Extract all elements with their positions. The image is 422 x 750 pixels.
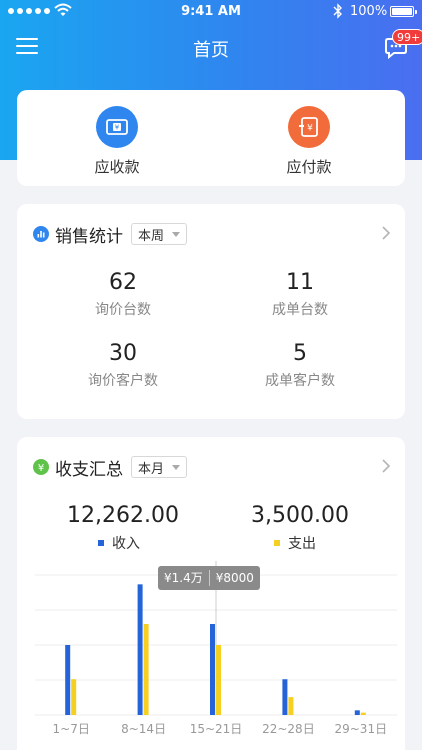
bar-chart-icon	[33, 226, 49, 242]
svg-text:¥: ¥	[307, 124, 313, 134]
stat-value: 30	[109, 341, 137, 366]
sales-period-select[interactable]: 本周	[131, 223, 188, 245]
sales-title: 销售统计	[55, 226, 123, 247]
battery-percentage: 100%	[350, 4, 388, 19]
receivable-button[interactable]: ¥ 应收款	[57, 106, 177, 177]
expense-bar	[360, 712, 366, 715]
stat-value: 62	[109, 270, 137, 295]
battery-icon	[390, 6, 417, 17]
income-bar	[282, 679, 288, 715]
x-axis-tick-label: 15~21日	[190, 722, 243, 736]
svg-text:¥: ¥	[115, 124, 120, 132]
tooltip-income: ¥1.4万	[164, 571, 203, 585]
stat-label: 询价客户数	[88, 373, 158, 389]
sales-statistics-card: 销售统计 本周 62 询价台数 11 成单台数 30 询价客户数 5 成单客户数	[17, 204, 405, 419]
stat-label: 询价台数	[95, 302, 151, 318]
stat-label: 成单台数	[272, 302, 328, 318]
message-count-badge: 99+	[392, 29, 422, 45]
stat-label: 成单客户数	[265, 373, 335, 389]
quick-actions-card: ¥ 应收款 ¥ 应付款	[17, 90, 405, 186]
tooltip-expense: ¥8000	[215, 571, 254, 585]
sales-period-value: 本周	[138, 228, 165, 244]
stat-inquiry-units: 62 询价台数	[43, 270, 203, 319]
page-title: 首页	[193, 40, 229, 61]
x-axis-tick-label: 1~7日	[53, 722, 90, 736]
status-bar: 9:41 AM 100%	[0, 0, 422, 26]
bluetooth-icon	[333, 3, 342, 19]
stat-deal-units: 11 成单台数	[220, 270, 380, 319]
chart-tooltip: ¥1.4万 ¥8000	[158, 566, 260, 590]
chevron-right-icon[interactable]	[381, 226, 391, 240]
finance-summary-card: ¥ 收支汇总 本月 12,262.00 3,500.00 收入 支出 1~7日 8…	[17, 437, 405, 750]
stat-inquiry-customers: 30 询价客户数	[43, 341, 203, 390]
caret-down-icon	[172, 231, 181, 237]
income-expense-bar-chart: 1~7日 8~14日 15~21日 22~28日 29~31日	[35, 561, 397, 736]
stat-deal-customers: 5 成单客户数	[220, 341, 380, 390]
receivable-label: 应收款	[94, 158, 140, 176]
expense-bar	[143, 624, 149, 715]
payable-icon: ¥	[288, 106, 330, 148]
stat-value: 5	[293, 341, 307, 366]
expense-bar	[216, 645, 221, 715]
receivable-icon: ¥	[96, 106, 138, 148]
navigation-bar: 首页 99+	[0, 26, 422, 70]
income-bar	[354, 710, 360, 715]
x-axis-tick-label: 29~31日	[334, 722, 387, 736]
income-bar	[210, 624, 215, 715]
income-bar	[65, 645, 71, 715]
sales-card-header: 销售统计 本周	[33, 222, 188, 247]
income-bar	[137, 584, 143, 715]
tooltip-divider	[208, 570, 210, 586]
x-axis-tick-label: 8~14日	[121, 722, 166, 736]
payable-label: 应付款	[286, 158, 332, 176]
x-axis-tick-label: 22~28日	[262, 722, 315, 736]
expense-bar	[71, 679, 77, 715]
stat-value: 11	[286, 270, 314, 295]
expense-bar	[288, 697, 294, 715]
payable-button[interactable]: ¥ 应付款	[249, 106, 369, 177]
